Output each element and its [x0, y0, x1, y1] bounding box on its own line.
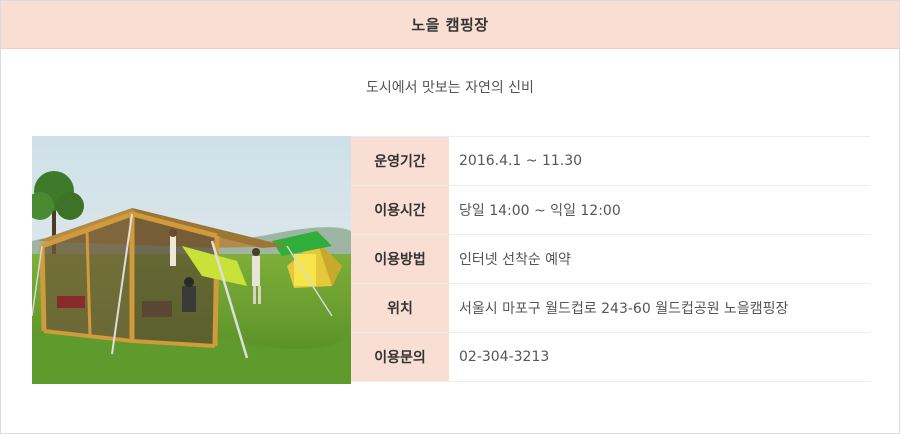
info-row-period: 운영기간 2016.4.1 ~ 11.30	[351, 137, 870, 186]
subtitle: 도시에서 맛보는 자연의 신비	[366, 80, 534, 96]
info-label: 이용방법	[351, 235, 449, 283]
info-value: 02-304-3213	[459, 349, 550, 365]
header-bar: 노을 캠핑장	[1, 1, 899, 49]
info-value: 당일 14:00 ~ 익일 12:00	[459, 203, 621, 219]
info-label: 운영기간	[351, 137, 449, 185]
info-row-method: 이용방법 인터넷 선착순 예약	[351, 235, 870, 284]
campsite-info-card: 노을 캠핑장 도시에서 맛보는 자연의 신비 운영기간 2016.4.1 ~ 1…	[0, 0, 900, 434]
info-row-contact: 이용문의 02-304-3213	[351, 333, 870, 382]
info-label: 이용문의	[351, 333, 449, 381]
campsite-photo	[32, 136, 351, 384]
info-value: 인터넷 선착순 예약	[459, 252, 571, 268]
info-value: 2016.4.1 ~ 11.30	[459, 153, 583, 169]
camping-tent-photo-icon	[32, 136, 351, 384]
info-value: 서울시 마포구 월드컵로 243-60 월드컵공원 노을캠핑장	[459, 301, 789, 317]
info-table: 운영기간 2016.4.1 ~ 11.30 이용시간 당일 14:00 ~ 익일…	[351, 136, 870, 382]
info-label: 위치	[351, 284, 449, 332]
page-title: 노을 캠핑장	[411, 16, 489, 34]
info-row-location: 위치 서울시 마포구 월드컵로 243-60 월드컵공원 노을캠핑장	[351, 284, 870, 333]
info-row-hours: 이용시간 당일 14:00 ~ 익일 12:00	[351, 186, 870, 235]
info-label: 이용시간	[351, 186, 449, 234]
